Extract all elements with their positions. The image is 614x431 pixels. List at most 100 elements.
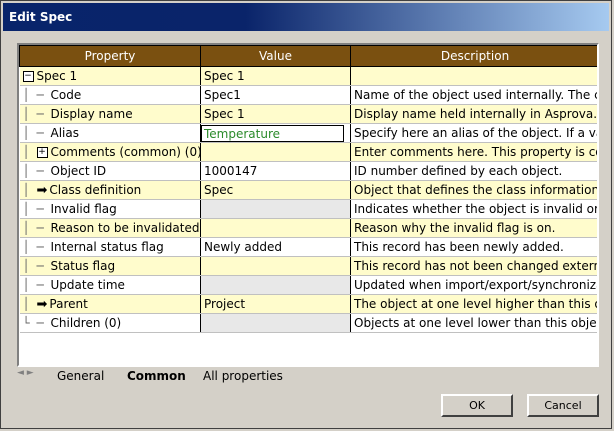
table-row[interactable]: │ ─ Object ID 1000147 ID number defined by e…	[19, 161, 597, 181]
value-cell[interactable]	[200, 142, 351, 162]
table-row[interactable]: − Spec 1 Spec 1	[19, 66, 597, 86]
property-cell[interactable]: │ ─ Internal status flag	[19, 237, 201, 257]
description-cell: Name of the object used internally. The …	[350, 85, 597, 105]
tree-line-icon: │	[22, 182, 30, 197]
tree-branch-icon: ─	[36, 202, 44, 216]
value-cell[interactable]: Project	[200, 294, 351, 314]
property-cell[interactable]: └ ─ Children (0)	[19, 313, 201, 333]
value-cell[interactable]: Spec1	[200, 85, 351, 105]
property-label: Class definition	[49, 182, 142, 197]
description-cell: Display name held internally in Asprova.…	[350, 104, 599, 124]
column-header-property[interactable]: Property	[19, 45, 201, 67]
description-text: Indicates whether the object is invalid …	[354, 202, 599, 216]
description-text: ID number defined by each object.	[354, 164, 563, 178]
value-cell[interactable]	[200, 218, 351, 238]
value-cell[interactable]: Spec 1	[200, 66, 351, 86]
description-text: Reason why the invalid flag is on.	[354, 221, 556, 235]
table-row[interactable]: │ ➡ Class definition Spec Object that define…	[19, 180, 597, 200]
description-text: The object at one level higher than this…	[354, 297, 599, 311]
value-text: Spec 1	[204, 69, 245, 83]
property-cell[interactable]: │ ─ Update time	[19, 275, 201, 295]
table-row[interactable]: │ ─ Update time Updated when import/export/…	[19, 275, 597, 295]
property-cell[interactable]: │ ─ Alias	[19, 123, 201, 143]
property-label: Internal status flag	[50, 240, 164, 254]
collapse-icon[interactable]: −	[22, 71, 34, 82]
property-grid[interactable]: Property Value Description − Spec 1 Spec 1…	[17, 43, 599, 367]
property-label: Spec 1	[36, 69, 78, 83]
tree-branch-icon: ─	[36, 221, 44, 235]
description-cell: Indicates whether the object is invalid …	[350, 199, 599, 219]
description-text: Display name held internally in Asprova.…	[354, 107, 599, 121]
table-row[interactable]: │ ─ Invalid flag Indicates whether the obje…	[19, 199, 599, 219]
value-edit-field[interactable]: Temperature	[201, 124, 344, 142]
column-header-value[interactable]: Value	[200, 45, 351, 67]
value-text: 1000147	[204, 164, 258, 178]
property-cell[interactable]: │ + Comments (common) (0)	[19, 142, 201, 162]
description-cell: Objects at one level lower than this obj…	[350, 313, 597, 333]
value-text: Project	[204, 297, 246, 311]
description-text: Specify here an alias of the object. If …	[354, 126, 599, 140]
table-row[interactable]: │ ➡ Parent Project The object at one level h…	[19, 294, 599, 314]
tree-line-icon: │	[22, 278, 30, 292]
value-cell[interactable]: Spec 1	[200, 104, 351, 124]
property-cell[interactable]: │ ─ Invalid flag	[19, 199, 201, 219]
description-cell: Reason why the invalid flag is on.	[350, 218, 597, 238]
edit-spec-dialog: Edit Spec Property Value Description − Sp…	[0, 0, 612, 429]
tab-general[interactable]: General	[57, 368, 119, 384]
description-cell: This record has not been changed externa…	[350, 256, 599, 276]
property-cell[interactable]: │ ─ Status flag	[19, 256, 201, 276]
value-text: Spec	[204, 183, 234, 197]
value-text: Spec 1	[204, 107, 245, 121]
table-row[interactable]: │ ─ Code Spec1 Name of the object used inter…	[19, 85, 597, 105]
tree-line-icon: │	[22, 164, 30, 178]
tab-all-properties[interactable]: All properties	[203, 368, 303, 384]
tab-scroll-arrows[interactable]: ◄ ►	[17, 368, 51, 383]
property-label: Invalid flag	[50, 202, 117, 216]
tree-line-icon: │	[22, 221, 30, 235]
property-label: Parent	[49, 296, 88, 311]
value-cell[interactable]: Spec	[200, 180, 351, 200]
tree-line-icon: │	[22, 126, 30, 140]
description-cell: The object at one level higher than this…	[350, 294, 599, 314]
property-cell[interactable]: │ ─ Display name	[19, 104, 201, 124]
property-cell[interactable]: − Spec 1	[19, 66, 201, 86]
table-row[interactable]: └ ─ Children (0) Objects at one level lower…	[19, 313, 597, 333]
tree-branch-icon: ─	[36, 107, 44, 121]
description-cell: ID number defined by each object.	[350, 161, 597, 181]
expand-icon[interactable]: +	[36, 147, 48, 158]
value-cell[interactable]	[200, 313, 351, 333]
value-cell[interactable]: Temperature	[200, 123, 351, 143]
property-cell[interactable]: │ ➡ Parent	[19, 294, 201, 314]
table-row[interactable]: │ ─ Reason to be invalidated Reason why the…	[19, 218, 597, 238]
description-cell: Enter comments here. This property is co	[350, 142, 597, 162]
tree-line-icon: │	[22, 259, 30, 273]
value-cell[interactable]	[200, 256, 351, 276]
table-row[interactable]: │ ─ Status flag This record has not been ch…	[19, 256, 599, 276]
value-cell[interactable]	[200, 275, 351, 295]
tree-branch-icon: ─	[36, 259, 44, 273]
value-cell[interactable]	[200, 199, 351, 219]
cancel-button[interactable]: Cancel	[527, 394, 599, 417]
value-cell[interactable]: 1000147	[200, 161, 351, 181]
column-header-description[interactable]: Description	[350, 45, 597, 67]
property-cell[interactable]: │ ─ Object ID	[19, 161, 201, 181]
tab-strip: ◄ ► General Common All properties	[17, 368, 599, 386]
tab-common[interactable]: Common	[127, 368, 199, 384]
table-row[interactable]: │ ─ Display name Spec 1 Display name held in…	[19, 104, 599, 124]
property-label: Status flag	[50, 259, 116, 273]
value-cell[interactable]: Newly added	[200, 237, 351, 257]
tree-branch-icon: ─	[36, 316, 44, 330]
tree-line-icon: │	[22, 240, 30, 254]
tab-general-label: General	[57, 369, 105, 383]
tree-branch-icon: ─	[36, 88, 44, 102]
description-text: This record has not been changed externa…	[354, 259, 599, 273]
description-cell	[350, 66, 597, 86]
property-cell[interactable]: │ ➡ Class definition	[19, 180, 201, 200]
table-row[interactable]: │ + Comments (common) (0) Enter comments he…	[19, 142, 597, 162]
ok-button[interactable]: OK	[441, 394, 513, 417]
table-row[interactable]: │ ─ Internal status flag Newly added This re…	[19, 237, 597, 257]
property-cell[interactable]: │ ─ Reason to be invalidated	[19, 218, 201, 238]
property-cell[interactable]: │ ─ Code	[19, 85, 201, 105]
tree-line-icon: │	[22, 296, 30, 311]
table-row[interactable]: │ ─ Alias Temperature Specify here an alias …	[19, 123, 599, 143]
